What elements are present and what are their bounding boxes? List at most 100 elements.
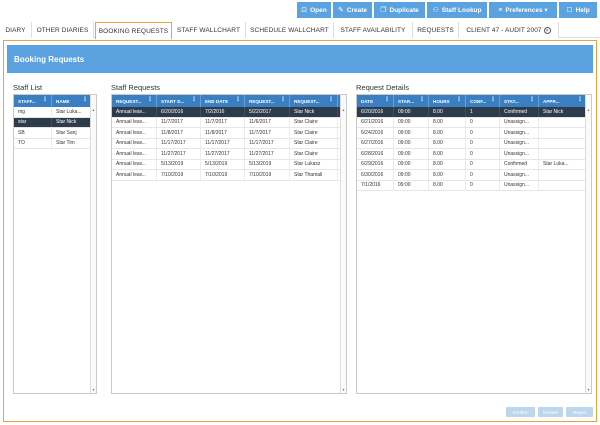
help-button[interactable]: ☐ Help	[559, 2, 597, 18]
staff-requests-grid[interactable]: REQUEST... ⋮ START D... ⋮ END DATE ⋮ REQUEST..…	[111, 94, 347, 394]
table-row[interactable]: Annual leav... 11/8/2017 11/8/2017 11/7/201…	[112, 128, 346, 139]
reject-label: Reject	[572, 409, 587, 415]
tab-staff-wallchart[interactable]: STAFF WALLCHART	[172, 22, 246, 38]
table-row[interactable]: 6/24/2016 09:00 8.00 0 Unassign...	[357, 128, 591, 139]
table-cell: 0	[466, 159, 500, 169]
column-header-label: STAFF...	[18, 98, 36, 104]
table-cell: 6/20/2016	[157, 107, 201, 117]
column-menu-icon[interactable]: ⋮	[456, 97, 462, 104]
table-cell: Annual leav...	[112, 107, 157, 117]
table-row[interactable]: SB Star Sanj	[14, 128, 96, 139]
table-cell: 6/30/2016	[357, 170, 394, 180]
table-row[interactable]: TO Star Tim	[14, 138, 96, 149]
column-menu-icon[interactable]: ⋮	[42, 97, 48, 104]
table-row[interactable]: 6/21/2016 09:00 8.00 0 Unassign...	[357, 117, 591, 128]
create-button[interactable]: ✎ Create	[333, 2, 372, 18]
table-row[interactable]: Annual leav... 7/10/2019 7/10/2019 7/10/201…	[112, 170, 346, 181]
column-menu-icon[interactable]: ⋮	[280, 97, 286, 104]
column-header[interactable]: REQUEST... ⋮	[112, 95, 157, 107]
column-menu-icon[interactable]: ⋮	[328, 97, 334, 104]
close-tab-icon[interactable]: ×	[543, 26, 551, 34]
revoke-button[interactable]: Revoke	[538, 407, 563, 417]
table-cell: Star Nick	[52, 117, 92, 127]
staff-list-grid[interactable]: STAFF... ⋮ NAME ⋮ mg Star Luka... star Star Nic…	[13, 94, 97, 394]
open-button[interactable]: ⊡ Open	[297, 2, 331, 18]
column-menu-icon[interactable]: ⋮	[235, 97, 241, 104]
staff-lookup-button[interactable]: ⚇ Staff Lookup	[427, 2, 487, 18]
confirm-button[interactable]: Confirm	[506, 407, 535, 417]
table-cell: Star Lukasz	[290, 159, 338, 169]
table-row[interactable]: 7/1/2016 09:00 8.00 0 Unassign...	[357, 180, 591, 191]
tab-client-47-audit-2007[interactable]: CLIENT 47 - AUDIT 2007 ×	[459, 22, 559, 38]
duplicate-button[interactable]: ❐ Duplicate	[374, 2, 425, 18]
table-row[interactable]: Annual leav... 6/20/2016 7/2/2016 5/22/2017…	[112, 107, 346, 118]
scroll-up-icon[interactable]: ▴	[341, 107, 346, 112]
table-cell: 7/10/2019	[157, 170, 201, 180]
table-cell: Annual leav...	[112, 138, 157, 148]
column-header[interactable]: START D... ⋮	[157, 95, 201, 107]
tab-requests[interactable]: REQUESTS	[413, 22, 459, 38]
scroll-up-icon[interactable]: ▴	[91, 107, 96, 112]
column-menu-icon[interactable]: ⋮	[490, 97, 496, 104]
scroll-up-icon[interactable]: ▴	[586, 107, 591, 112]
table-row[interactable]: Annual leav... 11/27/2017 11/27/2017 11/27/…	[112, 149, 346, 160]
table-cell: 8.00	[429, 117, 466, 127]
vertical-scrollbar[interactable]: ▴ ▾	[585, 95, 591, 393]
column-header[interactable]: STAFF... ⋮	[14, 95, 52, 107]
table-row[interactable]: 6/28/2016 09:00 8.00 0 Unassign...	[357, 149, 591, 160]
preferences-button[interactable]: ≡ Preferences ▾	[489, 2, 557, 18]
table-row[interactable]: 6/27/2016 09:00 8.00 0 Unassign...	[357, 138, 591, 149]
tab-booking-requests[interactable]: BOOKING REQUESTS	[95, 22, 172, 39]
column-menu-icon[interactable]: ⋮	[147, 97, 153, 104]
column-menu-icon[interactable]: ⋮	[191, 97, 197, 104]
scroll-down-icon[interactable]: ▾	[91, 387, 96, 392]
open-label: Open	[310, 6, 327, 14]
vertical-scrollbar[interactable]: ▴ ▾	[90, 95, 96, 393]
scroll-down-icon[interactable]: ▾	[586, 387, 591, 392]
main-toolbar: ⊡ Open ✎ Create ❐ Duplicate ⚇ Staff Lookup ≡…	[0, 0, 600, 20]
table-cell: Star Nick	[539, 107, 587, 117]
table-cell: 11/8/2017	[201, 128, 245, 138]
table-row[interactable]: 6/20/2016 09:00 8.00 1 Confirmed Star Nick	[357, 107, 591, 118]
column-menu-icon[interactable]: ⋮	[577, 97, 583, 104]
column-header[interactable]: HOURS ⋮	[429, 95, 466, 107]
table-cell: Star Claire	[290, 149, 338, 159]
column-menu-icon[interactable]: ⋮	[384, 97, 390, 104]
reject-button[interactable]: Reject	[566, 407, 593, 417]
table-cell: 8.00	[429, 170, 466, 180]
column-header[interactable]: STAT... ⋮	[500, 95, 539, 107]
tab-other-diaries[interactable]: OTHER DIARIES	[32, 22, 94, 38]
table-cell: Unassign...	[500, 170, 539, 180]
table-row[interactable]: 6/30/2016 09:00 8.00 0 Unassign...	[357, 170, 591, 181]
column-menu-icon[interactable]: ⋮	[419, 97, 425, 104]
column-header[interactable]: NAME ⋮	[52, 95, 92, 107]
column-header-label: APPR...	[543, 98, 560, 104]
table-row[interactable]: star Star Nick	[14, 117, 96, 128]
column-header[interactable]: REQUEST... ⋮	[245, 95, 290, 107]
tab-diary[interactable]: DIARY	[0, 22, 32, 38]
table-row[interactable]: 6/29/2016 09:00 8.00 0 Confirmed Star Luka...	[357, 159, 591, 170]
table-cell	[539, 138, 587, 148]
table-cell: 5/13/2019	[157, 159, 201, 169]
vertical-scrollbar[interactable]: ▴ ▾	[340, 95, 346, 393]
column-header[interactable]: DATE ⋮	[357, 95, 394, 107]
column-menu-icon[interactable]: ⋮	[529, 97, 535, 104]
column-header[interactable]: STAR... ⋮	[394, 95, 429, 107]
column-menu-icon[interactable]: ⋮	[82, 97, 88, 104]
help-icon: ☐	[566, 7, 573, 14]
table-row[interactable]: mg Star Luka...	[14, 107, 96, 118]
table-cell: Star Claire	[290, 117, 338, 127]
column-header[interactable]: CONF... ⋮	[466, 95, 500, 107]
tab-staff-availability[interactable]: STAFF AVAILABILITY	[334, 22, 413, 38]
table-cell: Annual leav...	[112, 170, 157, 180]
column-header[interactable]: REQUEST... ⋮	[290, 95, 338, 107]
tab-schedule-wallchart[interactable]: SCHEDULE WALLCHART	[246, 22, 334, 38]
table-row[interactable]: Annual leav... 11/17/2017 11/17/2017 11/17/…	[112, 138, 346, 149]
column-header[interactable]: END DATE ⋮	[201, 95, 245, 107]
scroll-down-icon[interactable]: ▾	[341, 387, 346, 392]
column-header[interactable]: APPR... ⋮	[539, 95, 587, 107]
table-cell: Confirmed	[500, 107, 539, 117]
table-row[interactable]: Annual leav... 5/13/2019 5/13/2019 5/13/201…	[112, 159, 346, 170]
request-details-grid[interactable]: DATE ⋮ STAR... ⋮ HOURS ⋮ CONF... ⋮ STAT... ⋮ APPR.…	[356, 94, 592, 394]
table-row[interactable]: Annual leav... 11/7/2017 11/7/2017 11/6/201…	[112, 117, 346, 128]
